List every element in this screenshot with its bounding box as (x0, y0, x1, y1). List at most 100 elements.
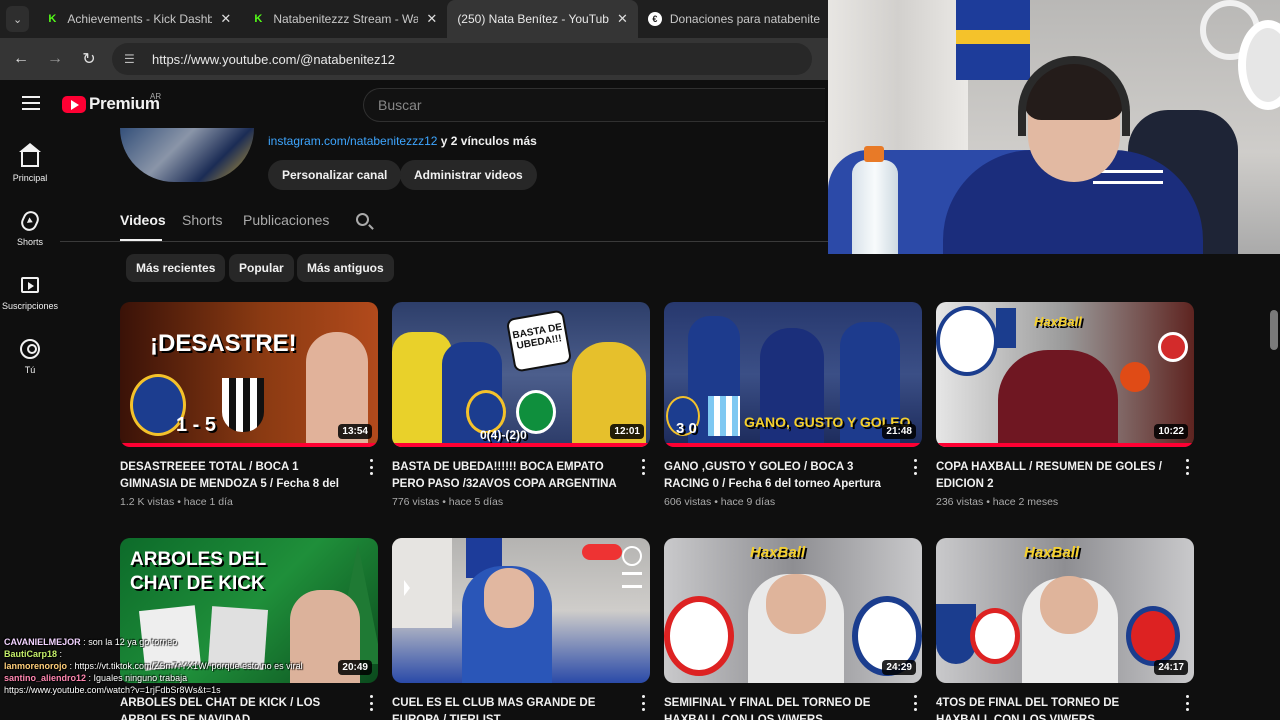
tab-search-button[interactable]: ⌄ (6, 6, 30, 32)
browser-tab-kick-dashboard[interactable]: K Achievements - Kick Dashbo ✕ (35, 0, 241, 38)
chat-text: https://vt.tiktok.com/ZSm7rYX1W/ porque … (74, 661, 303, 671)
browser-tab-kick-stream[interactable]: K Natabenitezzz Stream - Wat ✕ (241, 0, 447, 38)
streamer-figure (998, 350, 1118, 447)
video-thumbnail[interactable]: HaxBall 10:22 (936, 302, 1194, 447)
more-options-icon[interactable] (914, 695, 918, 711)
channel-links: instagram.com/natabenitezzz12 y 2 víncul… (268, 134, 537, 148)
video-title[interactable]: GANO ,GUSTO Y GOLEO / BOCA 3 RACING 0 / … (664, 459, 896, 493)
video-duration: 13:54 (338, 424, 372, 439)
add-to-queue-icon[interactable] (622, 572, 642, 588)
instagram-link[interactable]: instagram.com/natabenitezzz12 (268, 134, 437, 148)
video-card[interactable]: HaxBall 10:22 COPA HAXBALL / RESUMEN DE … (936, 302, 1194, 508)
video-title[interactable]: COPA HAXBALL / RESUMEN DE GOLES / EDICIO… (936, 459, 1168, 493)
sidebar-item-home[interactable]: Principal (0, 138, 60, 202)
video-duration: 24:29 (882, 660, 916, 675)
tab-shorts[interactable]: Shorts (182, 212, 222, 228)
thumbnail-score: 1 - 5 (176, 414, 217, 436)
channel-avatar[interactable] (120, 128, 254, 182)
video-age: hace 5 días (448, 496, 504, 508)
streamer-face (766, 574, 826, 634)
watch-progress-bar (120, 443, 378, 447)
video-thumbnail[interactable]: HaxBall 24:29 (664, 538, 922, 683)
donation-icon: € (647, 12, 662, 26)
video-title[interactable]: 4TOS DE FINAL DEL TORNEO DE HAXBALL CON … (936, 695, 1168, 720)
video-thumbnail[interactable]: ¡DESASTRE! 1 - 5 13:54 (120, 302, 378, 447)
chat-username: BautiCarp18 (4, 649, 58, 659)
more-options-icon[interactable] (914, 459, 918, 475)
video-thumbnail[interactable]: HaxBall 24:17 (936, 538, 1194, 683)
video-thumbnail[interactable]: BASTA DE UBEDA!!! 0(4)-(2)0 12:01 (392, 302, 650, 447)
close-tab-icon[interactable]: ✕ (220, 11, 231, 27)
thumbnail-caption: ARBOLES DEL CHAT DE KICK (130, 549, 266, 594)
page-scrollbar[interactable] (1270, 310, 1278, 350)
thumbnail-score: 0(4)-(2)0 (480, 428, 527, 442)
video-card[interactable]: BASTA DE UBEDA!!! 0(4)-(2)0 12:01 BASTA … (392, 302, 650, 508)
thumbnail-caption: HaxBall (1034, 314, 1082, 329)
manage-videos-button[interactable]: Administrar videos (400, 160, 537, 190)
video-card[interactable]: HaxBall 24:29 SEMIFINAL Y FINAL DEL TORN… (664, 538, 922, 720)
chat-message: CAVANIELMEJOR : son la 12 ya go torneo (4, 637, 178, 647)
back-icon[interactable]: ← (4, 50, 38, 68)
url-text: https://www.youtube.com/@natabenitez12 (152, 51, 396, 67)
more-options-icon[interactable] (370, 459, 374, 475)
search-input[interactable]: Buscar (363, 88, 825, 122)
url-field[interactable]: ☰ https://www.youtube.com/@natabenitez12 (112, 43, 812, 75)
chat-username: CAVANIELMEJOR (4, 637, 81, 647)
video-title[interactable]: SEMIFINAL Y FINAL DEL TORNEO DE HAXBALL … (664, 695, 896, 720)
video-meta: 236 vistas • hace 2 meses (936, 496, 1059, 508)
video-age: hace 1 día (183, 496, 233, 508)
youtube-logo[interactable]: Premium AR (62, 92, 161, 114)
youtube-play-icon (62, 95, 86, 113)
video-duration: 10:22 (1154, 424, 1188, 439)
video-card[interactable]: HaxBall 24:17 4TOS DE FINAL DEL TORNEO D… (936, 538, 1194, 720)
tab-videos[interactable]: Videos (120, 212, 166, 228)
video-card[interactable]: 3 0 GANO, GUSTO Y GOLEO 21:48 GANO ,GUST… (664, 302, 922, 508)
more-links[interactable]: y 2 vínculos más (441, 134, 537, 148)
reload-icon[interactable]: ↻ (72, 49, 106, 69)
chat-message: BautiCarp18 : (4, 649, 63, 659)
video-title[interactable]: DESASTREEEE TOTAL / BOCA 1 GIMNASIA DE M… (120, 459, 352, 493)
video-meta: 776 vistas • hace 5 días (392, 496, 504, 508)
channel-search-icon[interactable] (356, 213, 369, 226)
browser-tab-strip: ⌄ K Achievements - Kick Dashbo ✕ K Natab… (0, 0, 830, 90)
video-views: 776 vistas (392, 496, 440, 508)
video-thumbnail[interactable]: 3 0 GANO, GUSTO Y GOLEO 21:48 (664, 302, 922, 447)
club-crest-icon (664, 596, 734, 676)
video-card[interactable]: ¡DESASTRE! 1 - 5 13:54 DESASTREEEE TOTAL… (120, 302, 378, 508)
filter-chip-oldest[interactable]: Más antiguos (297, 254, 394, 282)
more-options-icon[interactable] (642, 695, 646, 711)
sidebar-item-subscriptions[interactable]: Suscripciones (0, 266, 60, 330)
chat-username: lanmorenorojo (4, 661, 68, 671)
video-title[interactable]: BASTA DE UBEDA!!!!!! BOCA EMPATO PERO PA… (392, 459, 624, 493)
curtain (392, 538, 452, 628)
video-card[interactable]: CUEL ES EL CLUB MAS GRANDE DE EUROPA / T… (392, 538, 650, 720)
sidebar-item-shorts[interactable]: Shorts (0, 202, 60, 266)
sidebar-item-you[interactable]: Tú (0, 330, 60, 394)
browser-tab-youtube[interactable]: (250) Nata Benítez - YouTub ✕ (447, 0, 638, 90)
filter-chip-popular[interactable]: Popular (229, 254, 294, 282)
close-tab-icon[interactable]: ✕ (617, 11, 628, 27)
video-title[interactable]: CUEL ES EL CLUB MAS GRANDE DE EUROPA / T… (392, 695, 624, 720)
filter-chip-recent[interactable]: Más recientes (126, 254, 226, 282)
close-tab-icon[interactable]: ✕ (426, 11, 437, 27)
thumbnail-caption: HaxBall (1024, 544, 1080, 561)
more-options-icon[interactable] (1186, 695, 1190, 711)
water-bottle (852, 146, 898, 254)
thumbnail-caption: ¡DESASTRE! (150, 330, 297, 357)
more-options-icon[interactable] (642, 459, 646, 475)
forward-icon[interactable]: → (38, 50, 72, 68)
sidebar-item-label: Principal (12, 173, 48, 183)
site-settings-icon[interactable]: ☰ (124, 52, 140, 66)
chat-username: santino_aliendro12 (4, 673, 87, 683)
menu-icon[interactable] (22, 96, 40, 110)
kick-icon: K (45, 12, 60, 26)
tab-posts[interactable]: Publicaciones (243, 212, 329, 228)
gimnasia-crest-icon (222, 378, 264, 432)
jersey-stripes (1093, 170, 1163, 184)
browser-tab-donations[interactable]: € Donaciones para natabenite (638, 0, 830, 38)
more-options-icon[interactable] (1186, 459, 1190, 475)
customize-channel-button[interactable]: Personalizar canal (268, 160, 402, 190)
video-thumbnail[interactable] (392, 538, 650, 683)
sidebar: Principal Shorts Suscripciones Tú (0, 138, 60, 394)
watch-later-icon[interactable] (622, 546, 642, 566)
